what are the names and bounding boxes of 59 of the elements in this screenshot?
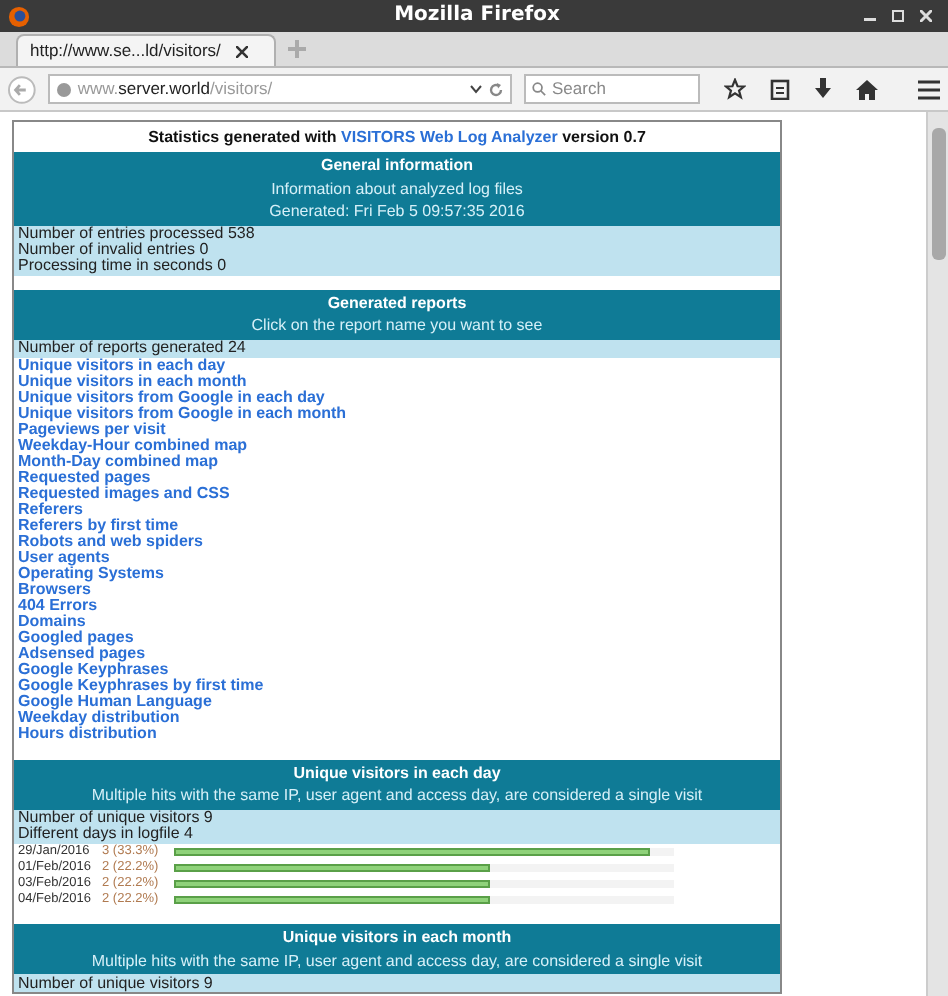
stat-line: Number of unique visitors 9: [18, 810, 215, 826]
section-subtitle: Information about analyzed log files: [271, 177, 523, 200]
stat-line: Number of entries processed 538: [18, 226, 257, 242]
report-link[interactable]: Google Human Language: [18, 693, 212, 709]
stat-line: Number of reports generated 24: [18, 340, 248, 356]
report-link[interactable]: Referers: [18, 501, 83, 517]
scrollbar-thumb[interactable]: [931, 128, 945, 260]
section-subtitle: Click on the report name you want to see: [251, 314, 543, 337]
star-icon[interactable]: [724, 78, 747, 100]
report-link[interactable]: Hours distribution: [18, 725, 157, 741]
report-link[interactable]: Domains: [18, 613, 86, 629]
report-link[interactable]: Month-Day combined map: [18, 453, 219, 469]
report-link[interactable]: Unique visitors in each day: [18, 357, 226, 373]
window-title: Mozilla Firefox: [394, 2, 560, 30]
close-icon[interactable]: [236, 45, 249, 57]
report-link[interactable]: Weekday distribution: [18, 709, 180, 725]
address-field[interactable]: www.server.world/visitors/: [47, 74, 513, 104]
report-link[interactable]: Google Keyphrases: [18, 661, 169, 677]
stat-line: Number of unique visitors 9: [18, 975, 215, 991]
report-link[interactable]: Unique visitors in each month: [18, 373, 247, 389]
analyzer-link[interactable]: VISITORS Web Log Analyzer: [341, 127, 558, 145]
stat-line: Number of invalid entries 0: [18, 242, 209, 258]
report-link[interactable]: Weekday-Hour combined map: [18, 437, 248, 453]
section-title: Generated reports: [327, 291, 467, 314]
stat-line: Processing time in seconds 0: [18, 258, 229, 274]
search-field[interactable]: Search: [524, 74, 701, 104]
report-link[interactable]: Operating Systems: [18, 565, 164, 581]
scrollbar[interactable]: [926, 112, 948, 996]
section-title: Unique visitors in each month: [282, 926, 512, 949]
section-subtitle: Multiple hits with the same IP, user agent and access day, are considered a single visit: [91, 784, 703, 807]
download-icon[interactable]: [814, 78, 833, 100]
maximize-icon[interactable]: [892, 10, 904, 22]
clipboard-icon[interactable]: [770, 78, 791, 100]
report-link[interactable]: Robots and web spiders: [18, 533, 203, 549]
report-link[interactable]: Unique visitors from Google in each month: [18, 405, 347, 421]
section-title: General information: [320, 154, 473, 177]
report-link[interactable]: Browsers: [18, 581, 91, 597]
section-subtitle: Multiple hits with the same IP, user agent and access day, are considered a single visit: [91, 949, 703, 972]
dropdown-icon[interactable]: [470, 84, 483, 94]
section-title: Unique visitors in each day: [293, 761, 501, 784]
menu-icon[interactable]: [918, 79, 941, 99]
report-link[interactable]: User agents: [18, 549, 110, 565]
report-link[interactable]: Pageviews per visit: [18, 421, 166, 437]
browser-tab[interactable]: http://www.se...ld/visitors/: [16, 34, 276, 66]
report-link[interactable]: Adsensed pages: [18, 645, 146, 661]
stat-line: Different days in logfile 4: [18, 826, 195, 842]
credit-text: Statistics generated with VISITORS Web Log Analyzer version 0.7: [148, 129, 646, 145]
report-link[interactable]: Requested pages: [18, 469, 151, 485]
report-link[interactable]: Requested images and CSS: [18, 485, 230, 501]
report-link[interactable]: Unique visitors from Google in each day: [18, 389, 325, 405]
section-subtitle: Generated: Fri Feb 5 09:57:35 2016: [269, 200, 525, 223]
report-link[interactable]: 404 Errors: [18, 597, 98, 613]
report-link[interactable]: Googled pages: [18, 629, 134, 645]
report-link[interactable]: Referers by first time: [18, 517, 179, 533]
search-input[interactable]: Search: [552, 76, 693, 102]
firefox-logo-icon: [8, 5, 30, 27]
report-link[interactable]: Google Keyphrases by first time: [18, 677, 264, 693]
search-icon: [532, 82, 547, 96]
home-icon[interactable]: [856, 79, 879, 99]
